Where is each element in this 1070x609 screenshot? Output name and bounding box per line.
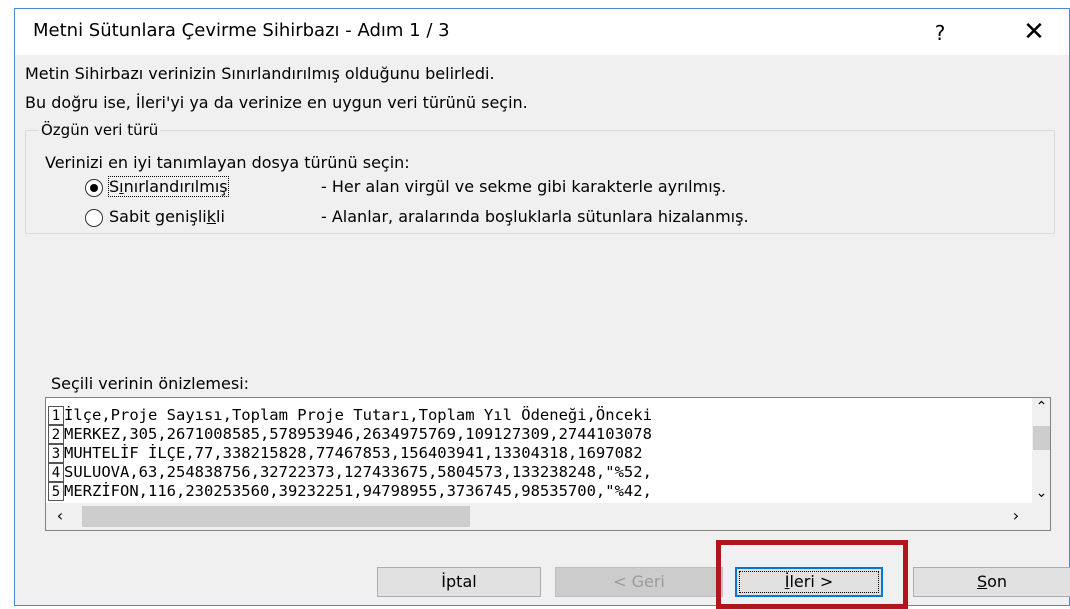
intro-text-1: Metin Sihirbazı verinizin Sınırlandırılm… xyxy=(25,64,495,83)
preview-row-text: SULUOVA,63,254838756,32722373,127433675,… xyxy=(64,463,652,481)
scroll-down-icon[interactable]: ⌄ xyxy=(1032,484,1050,503)
scrollbar-corner xyxy=(1032,503,1050,530)
radio-button-fixed-width[interactable] xyxy=(85,209,103,227)
dialog-title: Metni Sütunlara Çevirme Sihirbazı - Adım… xyxy=(33,20,450,41)
group-legend: Özgün veri türü xyxy=(39,121,161,139)
scroll-up-icon[interactable]: ⌃ xyxy=(1032,398,1050,417)
finish-button-access-key: S xyxy=(976,572,988,591)
horizontal-scrollbar[interactable]: ‹ › xyxy=(46,503,1032,530)
preview-row-text: MERZİFON,116,230253560,39232251,94798955… xyxy=(64,482,652,500)
horizontal-scroll-thumb[interactable] xyxy=(82,506,470,527)
preview-row: 4 SULUOVA,63,254838756,32722373,127433675… xyxy=(46,463,1031,482)
radio-description-delimited: - Her alan virgül ve sekme gibi karakter… xyxy=(321,177,727,196)
radio-label-fixed-width[interactable]: Sabit genişlikli xyxy=(109,207,225,226)
preview-row-number: 4 xyxy=(48,463,64,482)
preview-row: 1 İlçe,Proje Sayısı,Toplam Proje Tutarı,T… xyxy=(46,406,1031,425)
vertical-scroll-thumb[interactable] xyxy=(1033,426,1050,450)
preview-row: 2 MERKEZ,305,2671008585,578953946,2634975… xyxy=(46,425,1031,444)
scroll-left-icon[interactable]: ‹ xyxy=(50,505,70,527)
scroll-right-icon[interactable]: › xyxy=(1006,505,1026,527)
data-preview-box[interactable]: 1 İlçe,Proje Sayısı,Toplam Proje Tutarı,T… xyxy=(45,397,1051,531)
radio-label-delimited[interactable]: Sınırlandırılmış xyxy=(108,176,229,197)
help-button[interactable]: ? xyxy=(917,15,963,51)
vertical-scrollbar[interactable]: ⌃ ⌄ xyxy=(1032,398,1050,503)
preview-row-text: MERKEZ,305,2671008585,578953946,26349757… xyxy=(64,425,652,443)
preview-row-number: 2 xyxy=(48,425,64,444)
preview-row-text: İlçe,Proje Sayısı,Toplam Proje Tutarı,To… xyxy=(64,406,652,424)
next-button[interactable]: İleri > xyxy=(735,567,883,597)
text-to-columns-wizard-dialog: Metni Sütunlara Çevirme Sihirbazı - Adım… xyxy=(14,8,1070,606)
next-focus-rect xyxy=(739,571,879,593)
preview-label: Seçili verinin önizlemesi: xyxy=(51,374,250,393)
title-bar: Metni Sütunlara Çevirme Sihirbazı - Adım… xyxy=(15,9,1069,55)
preview-row: 3 MUHTELİF İLÇE,77,338215828,77467853,156… xyxy=(46,444,1031,463)
group-instruction: Verinizi en iyi tanımlayan dosya türünü … xyxy=(45,153,410,172)
finish-button[interactable]: Son xyxy=(913,567,1070,597)
background-left xyxy=(0,0,14,609)
close-button[interactable]: ✕ xyxy=(1009,15,1059,51)
back-button[interactable]: < Geri xyxy=(555,567,723,597)
preview-row-number: 1 xyxy=(48,406,64,425)
cancel-button[interactable]: İptal xyxy=(377,567,541,597)
preview-row: 5 MERZİFON,116,230253560,39232251,9479895… xyxy=(46,482,1031,501)
preview-row-number: 5 xyxy=(48,482,64,501)
finish-button-label: on xyxy=(987,572,1008,591)
preview-row-number: 3 xyxy=(48,444,64,463)
preview-row-text: MUHTELİF İLÇE,77,338215828,77467853,1564… xyxy=(64,444,643,462)
radio-description-fixed-width: - Alanlar, aralarında boşluklarla sütunl… xyxy=(321,207,749,226)
radio-button-delimited[interactable] xyxy=(85,179,103,197)
intro-text-2: Bu doğru ise, İleri'yi ya da verinize en… xyxy=(25,93,528,112)
